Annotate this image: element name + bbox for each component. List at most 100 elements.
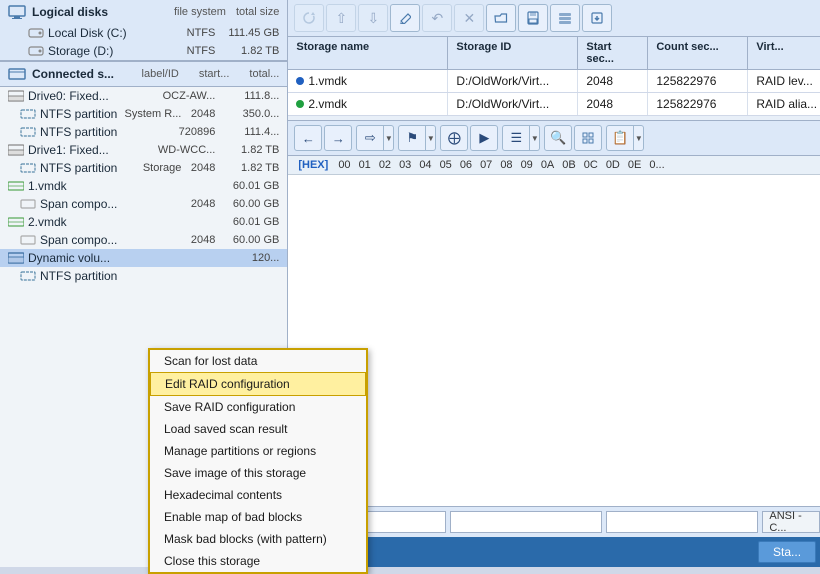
ctx-save-image[interactable]: Save image of this storage [150,462,366,484]
ntfs-storage-size: 1.82 TB [219,162,279,174]
ctx-save-raid[interactable]: Save RAID configuration [150,396,366,418]
hex-list-arrow[interactable]: ▼ [530,125,540,151]
hex-search-btn[interactable]: 🔍 [544,125,572,151]
hex-col-02: 02 [375,158,395,172]
hex-bookmark-btn-group: ⚑ ▼ [398,125,436,151]
vmdk-1[interactable]: 1.vmdk 60.01 GB [0,177,287,195]
hex-col-04: 04 [415,158,435,172]
bottom-input-3[interactable] [606,511,758,533]
ctx-enable-bad-blocks[interactable]: Enable map of bad blocks [150,506,366,528]
partition-icon-4 [20,270,36,282]
vmdk2-size: 60.01 GB [219,216,279,228]
left-panel: Logical disks file system total size Loc… [0,0,288,567]
ntfs-partition-1[interactable]: NTFS partition System R... 2048 350.0... [0,105,287,123]
th-start-sec: Start sec... [578,37,648,69]
tb-cancel-btn[interactable]: ✕ [454,4,484,32]
span2-label: Span compo... [40,233,181,247]
dynamic-label: Dynamic volu... [28,251,215,265]
hex-col-05: 05 [436,158,456,172]
hex-list-btn-group: ☰ ▼ [502,125,540,151]
hex-bookmark-btn[interactable]: ⚑ [398,125,426,151]
hex-col-00: 00 [334,158,354,172]
span-comp-1[interactable]: Span compo... 2048 60.00 GB [0,195,287,213]
tb-save-btn[interactable] [518,4,548,32]
vmdk-2[interactable]: 2.vmdk 60.01 GB [0,213,287,231]
hex-copy-btn-group: 📋 ▼ [606,125,644,151]
vmdk1-label: 1.vmdk [28,179,215,193]
row1-virt: RAID lev... [748,70,820,92]
dynamic-icon [8,252,24,264]
local-disk-c[interactable]: Local Disk (C:) NTFS 111.45 GB [0,24,287,42]
hex-play-btn[interactable]: ▶ [470,125,498,151]
hex-list-btn[interactable]: ☰ [502,125,530,151]
ntfs1-start: 2048 [185,108,215,120]
hex-col-0a: 0A [537,158,558,172]
tb-layers-btn[interactable] [550,4,580,32]
hex-back-btn[interactable]: ← [294,125,322,151]
drive1-fixed[interactable]: Drive1: Fixed... WD-WCC... 1.82 TB [0,141,287,159]
bottom-input-2[interactable] [450,511,602,533]
vmdk-icon [8,180,24,192]
dynamic-volume[interactable]: Dynamic volu... 120... [0,249,287,267]
ctx-edit-raid[interactable]: Edit RAID configuration [150,372,366,396]
row1-id: D:/OldWork/Virt... [448,70,578,92]
storage-d[interactable]: Storage (D:) NTFS 1.82 TB [0,42,287,60]
partition-icon-2 [20,126,36,138]
ntfs-storage-label: NTFS partition [40,161,117,175]
span-comp-2[interactable]: Span compo... 2048 60.00 GB [0,231,287,249]
ctx-manage-partitions[interactable]: Manage partitions or regions [150,440,366,462]
local-disk-c-size: 111.45 GB [219,27,279,39]
col-fs-header: file system [174,6,226,18]
tb-export-btn[interactable] [582,4,612,32]
hex-col-01: 01 [355,158,375,172]
partition-icon-3 [20,162,36,174]
tb-edit-btn[interactable] [390,4,420,32]
drive0-fixed[interactable]: Drive0: Fixed... OCZ-AW... 111.8... [0,87,287,105]
logical-disks-title: Logical disks [32,5,168,19]
vmdk-icon-2 [8,216,24,228]
ctx-close-storage[interactable]: Close this storage [150,550,366,572]
tb-up-btn[interactable]: ⇧ [326,4,356,32]
hex-col-0d: 0D [602,158,624,172]
hex-grid-btn[interactable] [574,125,602,151]
table-row-1[interactable]: 1.vmdk D:/OldWork/Virt... 2048 125822976… [288,70,820,93]
logical-disks-section: Logical disks file system total size Loc… [0,0,287,61]
storage-d-fs: NTFS [155,45,215,57]
top-toolbar: ⇧ ⇩ ↶ ✕ [288,0,820,37]
ctx-hex-contents[interactable]: Hexadecimal contents [150,484,366,506]
hex-jump-btn[interactable]: ⇨ [356,125,384,151]
ctx-scan-lost[interactable]: Scan for lost data [150,350,366,372]
table-row-2[interactable]: 2.vmdk D:/OldWork/Virt... 2048 125822976… [288,93,820,116]
hex-fwd-btn[interactable]: → [324,125,352,151]
status-button[interactable]: Sta... [758,541,816,563]
row1-name: 1.vmdk [288,70,448,92]
hex-bookmark-arrow[interactable]: ▼ [426,125,436,151]
table-header: Storage name Storage ID Start sec... Cou… [288,37,820,70]
drive0-size: 111.8... [219,90,279,102]
tb-refresh-btn[interactable] [294,4,324,32]
hex-jump-arrow[interactable]: ▼ [384,125,394,151]
right-panel: ⇧ ⇩ ↶ ✕ Storage name Storage [288,0,820,567]
hex-copy-btn[interactable]: 📋 [606,125,634,151]
tb-undo-btn[interactable]: ↶ [422,4,452,32]
partition-icon [20,108,36,120]
span1-label: Span compo... [40,197,181,211]
hex-label: [HEX] [292,158,334,172]
ntfs-partition-2[interactable]: NTFS partition 720896 111.4... [0,123,287,141]
ctx-mask-bad-blocks[interactable]: Mask bad blocks (with pattern) [150,528,366,550]
hex-goto-btn[interactable]: ⨁ [440,125,468,151]
ntfs1-sub: System R... [121,108,181,120]
connected-section-header: Connected s... label/ID start... total..… [0,61,287,87]
bottom-bar: ANSI - C... [288,506,820,537]
local-disk-c-label: Local Disk (C:) [48,26,151,40]
ntfs-dynamic-partition[interactable]: NTFS partition [0,267,287,285]
ntfs-storage-partition[interactable]: NTFS partition Storage 2048 1.82 TB [0,159,287,177]
th-storage-name: Storage name [288,37,448,69]
row1-start: 2048 [578,70,648,92]
tb-down-btn[interactable]: ⇩ [358,4,388,32]
drive0-sub: OCZ-AW... [155,90,215,102]
ctx-load-scan[interactable]: Load saved scan result [150,418,366,440]
hex-col-07: 07 [476,158,496,172]
hex-copy-arrow[interactable]: ▼ [634,125,644,151]
tb-open-btn[interactable] [486,4,516,32]
